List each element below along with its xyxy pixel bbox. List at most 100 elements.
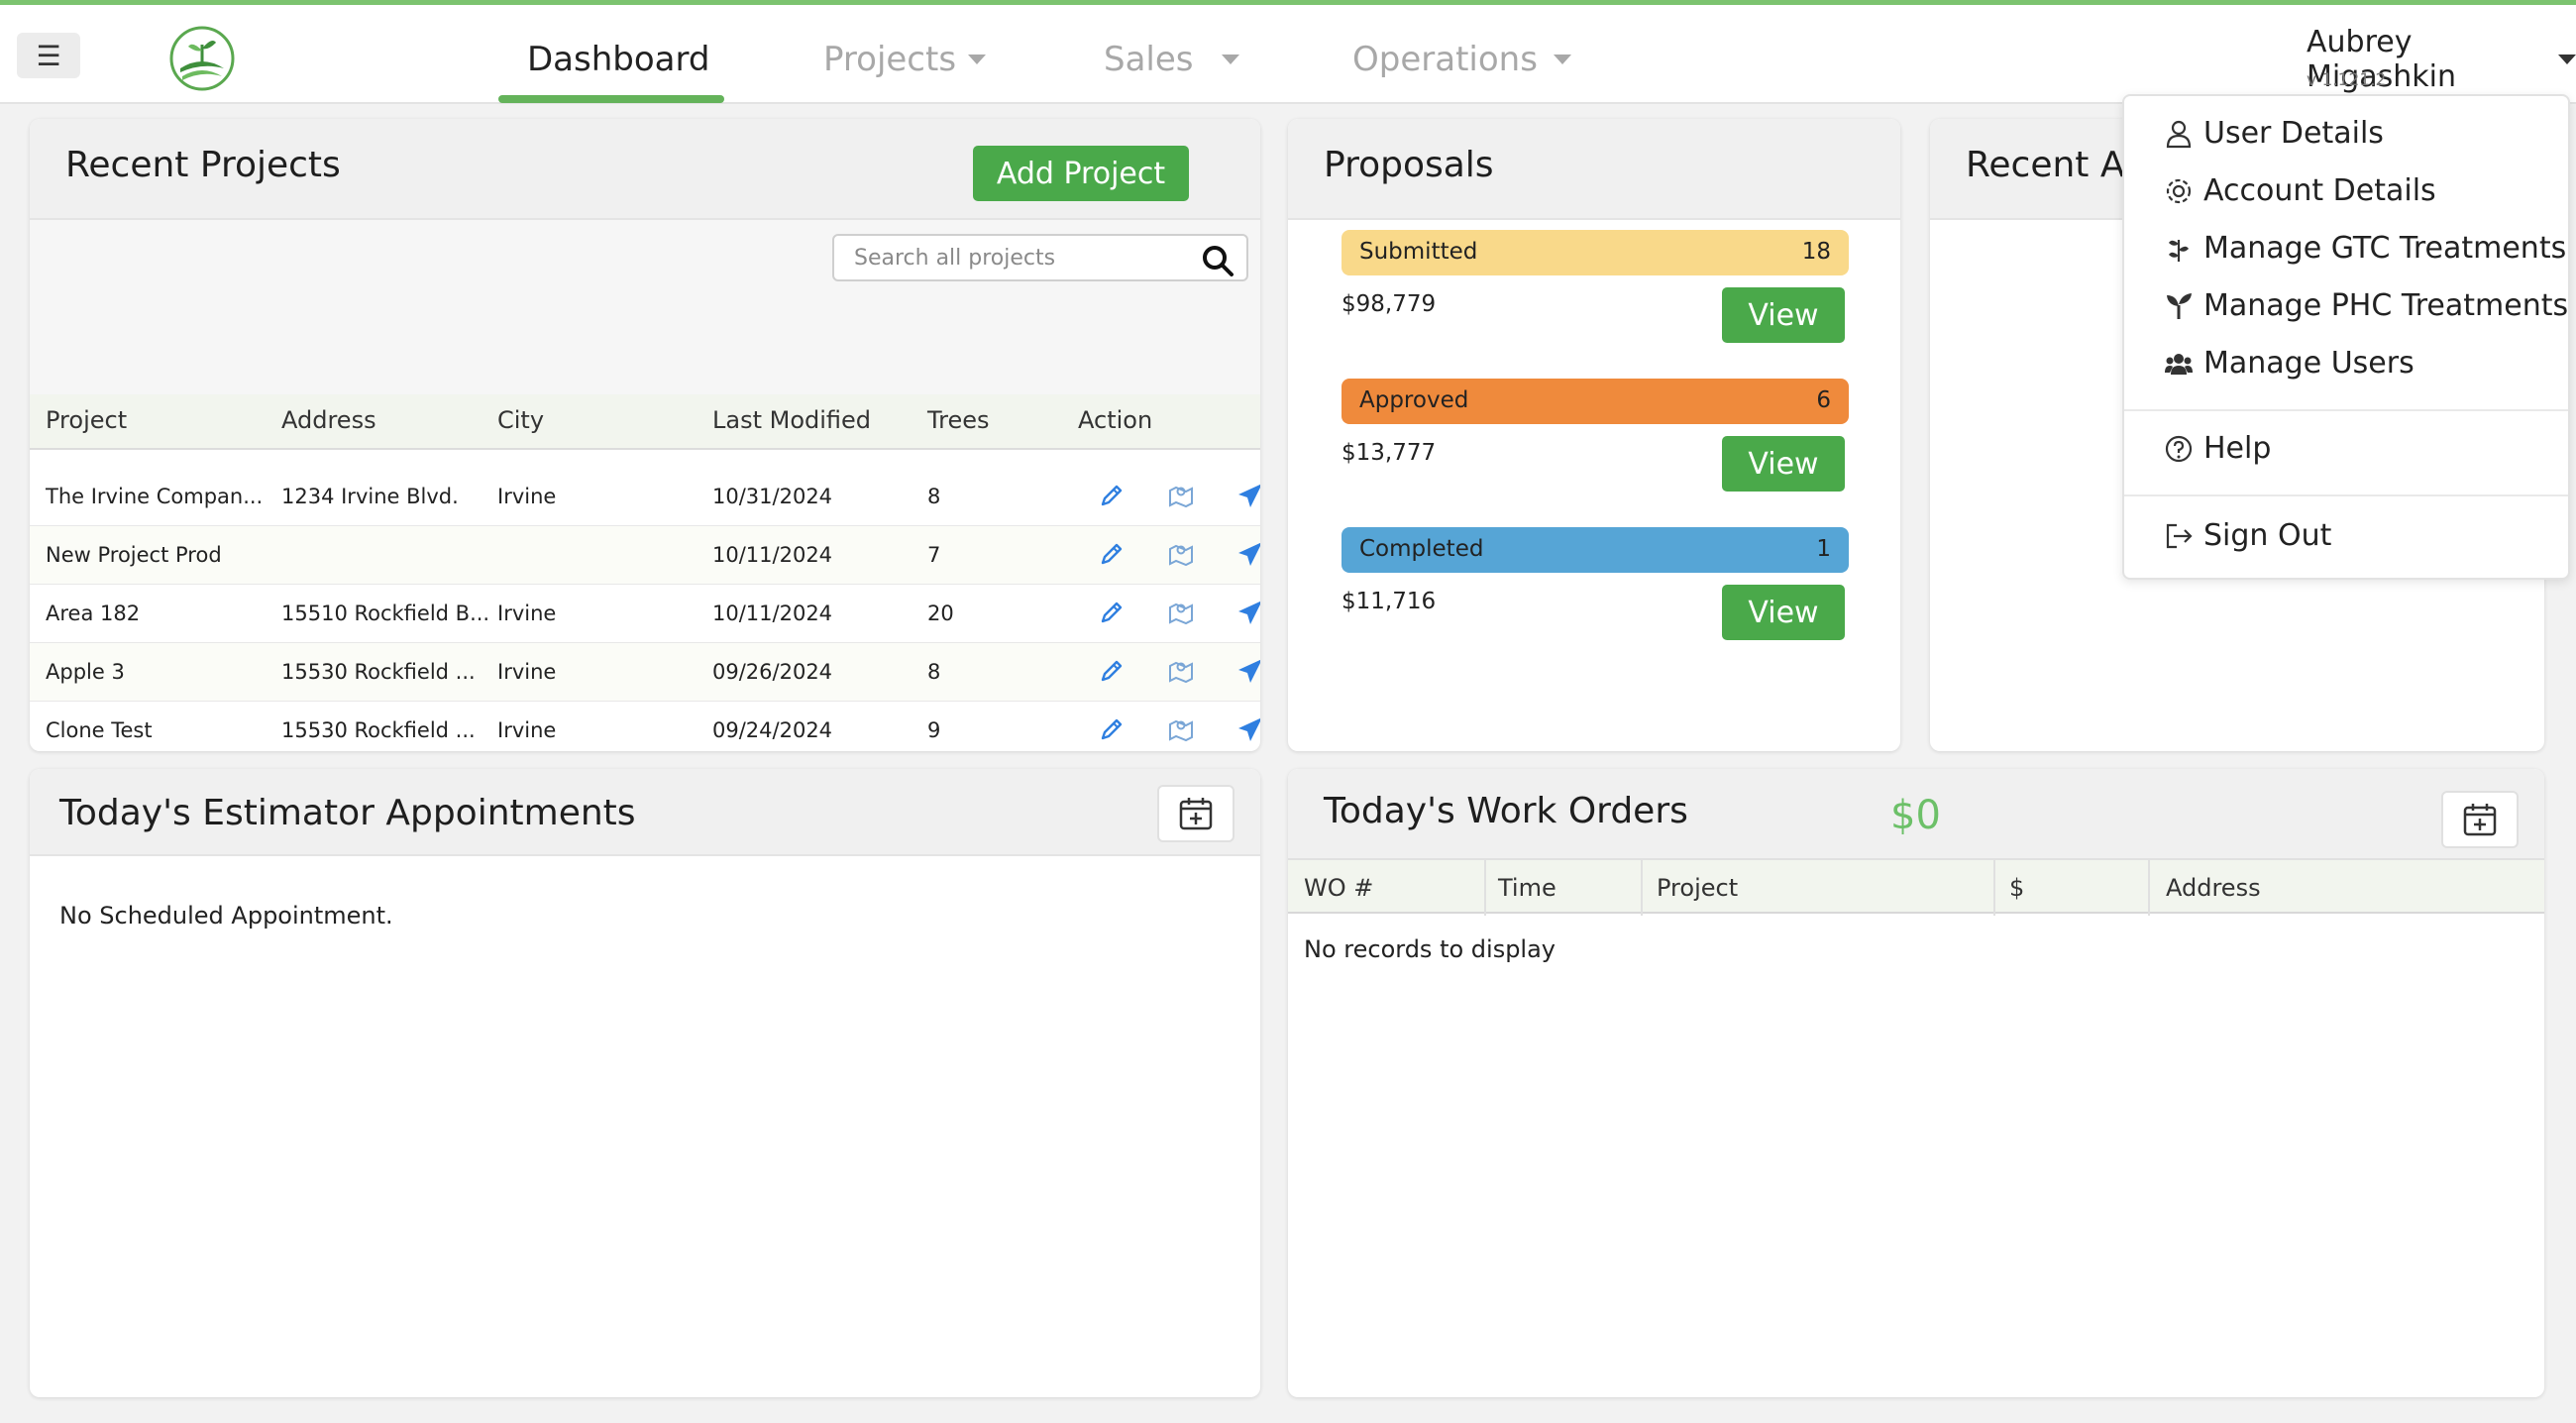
edit-pencil-icon[interactable]: [1098, 482, 1126, 509]
proposal-status-count: 1: [1816, 536, 1831, 562]
nav-projects[interactable]: Projects: [823, 35, 987, 84]
col-trees[interactable]: Trees: [927, 406, 990, 434]
nav-operations[interactable]: Operations: [1352, 35, 1571, 84]
menu-user-details-label: User Details: [2203, 116, 2384, 151]
edit-pencil-icon[interactable]: [1098, 599, 1126, 626]
work-orders-card: Today's Work Orders $0 WO # Time Project…: [1288, 769, 2544, 1397]
proposal-status-bar[interactable]: Submitted 18: [1342, 230, 1849, 275]
table-row[interactable]: Apple 3 15530 Rockfield ... Irvine 09/26/20…: [30, 643, 1260, 702]
cell-trees: 8: [927, 660, 941, 684]
col-last-modified[interactable]: Last Modified: [712, 406, 871, 434]
cell-trees: 7: [927, 543, 941, 567]
send-icon[interactable]: [1236, 599, 1260, 626]
nav-dashboard[interactable]: Dashboard: [527, 35, 709, 84]
menu-help[interactable]: Help: [2164, 431, 2271, 466]
nav-sales[interactable]: Sales: [1104, 35, 1239, 84]
send-icon[interactable]: [1236, 482, 1260, 509]
proposal-amount: $11,716: [1342, 589, 1437, 614]
cell-address: 15510 Rockfield B...: [281, 602, 490, 625]
map-icon[interactable]: [1167, 482, 1195, 509]
table-row[interactable]: New Project Prod 10/11/2024 7: [30, 526, 1260, 585]
menu-manage-gtc-label: Manage GTC Treatments: [2203, 231, 2567, 266]
col-time[interactable]: Time: [1498, 874, 1556, 902]
col-wo-number[interactable]: WO #: [1304, 874, 1373, 902]
app-version: v 1.121.2: [2307, 70, 2387, 90]
cell-project[interactable]: New Project Prod: [46, 543, 222, 567]
send-icon[interactable]: [1236, 540, 1260, 568]
col-amount[interactable]: $: [2009, 874, 2024, 902]
add-project-button[interactable]: Add Project: [973, 146, 1189, 201]
proposal-amount: $98,779: [1342, 291, 1437, 317]
col-project[interactable]: Project: [46, 406, 127, 434]
recent-projects-title: Recent Projects: [65, 145, 341, 185]
cell-project[interactable]: The Irvine Compan...: [46, 485, 263, 508]
cell-trees: 20: [927, 602, 954, 625]
send-icon[interactable]: [1236, 657, 1260, 685]
column-divider: [1641, 860, 1643, 916]
navbar: ☰ Dashboard Projects Sales Operations Au…: [0, 5, 2576, 104]
edit-pencil-icon[interactable]: [1098, 657, 1126, 685]
col-project[interactable]: Project: [1657, 874, 1738, 902]
active-tab-underline: [498, 95, 724, 103]
menu-manage-users[interactable]: Manage Users: [2164, 346, 2415, 381]
cell-project[interactable]: Clone Test: [46, 718, 153, 742]
table-row[interactable]: Clone Test 15530 Rockfield ... Irvine 09/24…: [30, 702, 1260, 751]
search-icon[interactable]: [1201, 244, 1234, 277]
chevron-down-icon: [2558, 55, 2576, 64]
chevron-down-icon: [1553, 55, 1571, 64]
column-divider: [2148, 860, 2150, 916]
menu-manage-gtc[interactable]: Manage GTC Treatments: [2164, 231, 2566, 266]
recent-projects-header: Recent Projects Add Project: [30, 119, 1260, 220]
menu-manage-phc[interactable]: Manage PHC Treatments: [2164, 288, 2568, 323]
proposal-amount: $13,777: [1342, 440, 1437, 466]
nav-sales-label: Sales: [1104, 40, 1194, 79]
view-proposals-button[interactable]: View: [1722, 287, 1845, 343]
chevron-down-icon: [968, 55, 987, 64]
cell-project[interactable]: Area 182: [46, 602, 140, 625]
hamburger-icon[interactable]: ☰: [17, 33, 80, 78]
cell-last-modified: 10/31/2024: [712, 485, 833, 508]
cell-city: Irvine: [497, 718, 557, 742]
col-address[interactable]: Address: [2166, 874, 2261, 902]
map-icon[interactable]: [1167, 540, 1195, 568]
view-proposals-button[interactable]: View: [1722, 585, 1845, 640]
proposals-header: Proposals: [1288, 119, 1900, 220]
map-icon[interactable]: [1167, 715, 1195, 743]
column-divider: [1993, 860, 1995, 916]
calendar-plus-icon: [1179, 798, 1213, 830]
proposals-title: Proposals: [1324, 145, 1494, 185]
view-proposals-button[interactable]: View: [1722, 436, 1845, 492]
add-appointment-button[interactable]: [1157, 785, 1234, 842]
menu-user-details[interactable]: User Details: [2164, 116, 2384, 151]
cell-trees: 8: [927, 485, 941, 508]
map-icon[interactable]: [1167, 599, 1195, 626]
menu-manage-users-label: Manage Users: [2203, 346, 2415, 381]
projects-table-header: Project Address City Last Modified Trees…: [30, 394, 1260, 450]
table-row[interactable]: Area 182 15510 Rockfield B... Irvine 10/11/…: [30, 585, 1260, 643]
chevron-down-icon: [1221, 55, 1239, 64]
edit-pencil-icon[interactable]: [1098, 540, 1126, 568]
menu-sign-out[interactable]: Sign Out: [2164, 518, 2331, 553]
menu-account-details[interactable]: Account Details: [2164, 173, 2436, 208]
cell-project[interactable]: Apple 3: [46, 660, 125, 684]
sign-out-icon: [2166, 523, 2193, 548]
send-icon[interactable]: [1236, 715, 1260, 743]
appointments-title: Today's Estimator Appointments: [59, 793, 636, 833]
col-address[interactable]: Address: [281, 406, 376, 434]
proposal-status-count: 6: [1816, 387, 1831, 413]
proposal-status-label: Submitted: [1359, 239, 1478, 265]
edit-pencil-icon[interactable]: [1098, 715, 1126, 743]
logo[interactable]: [168, 25, 236, 92]
add-work-order-button[interactable]: [2441, 791, 2519, 848]
map-icon[interactable]: [1167, 657, 1195, 685]
table-row[interactable]: The Irvine Compan... 1234 Irvine Blvd. Irv…: [30, 468, 1260, 526]
nav-projects-label: Projects: [823, 40, 957, 79]
search-input[interactable]: Search all projects: [832, 234, 1248, 281]
recent-projects-card: Recent Projects Add Project Search all p…: [30, 119, 1260, 751]
proposal-status-bar[interactable]: Approved 6: [1342, 379, 1849, 424]
column-divider: [1484, 860, 1486, 916]
work-orders-total: $0: [1890, 793, 1941, 838]
proposals-card: Proposals Submitted 18 $98,779 View Approved…: [1288, 119, 1900, 751]
col-city[interactable]: City: [497, 406, 544, 434]
proposal-status-bar[interactable]: Completed 1: [1342, 527, 1849, 573]
